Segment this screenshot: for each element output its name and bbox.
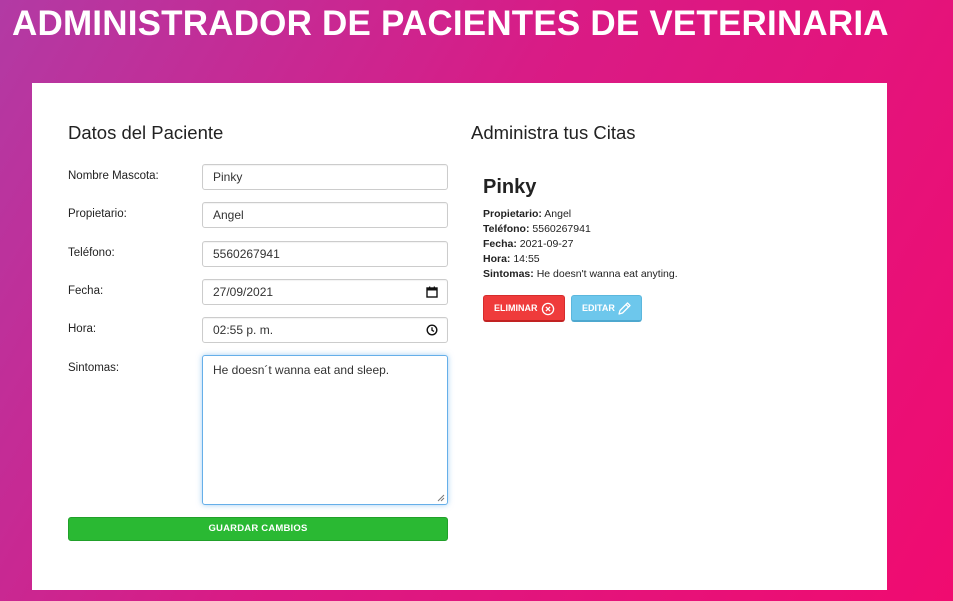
edit-button-label: EDITAR (582, 303, 615, 313)
time-input[interactable]: 02:55 p. m. (202, 317, 448, 343)
appointment-pet-name: Pinky (483, 176, 537, 198)
date-input[interactable]: 27/09/2021 (202, 279, 448, 305)
phone-detail-label: Teléfono: (483, 223, 530, 235)
appointment-time: Hora: 14:55 (483, 252, 678, 267)
time-label: Hora: (68, 323, 97, 335)
pencil-icon (618, 302, 631, 315)
pet-name-label: Nombre Mascota: (68, 170, 159, 182)
edit-button[interactable]: EDITAR (571, 295, 642, 322)
symptoms-label: Sintomas: (68, 362, 120, 374)
time-detail-label: Hora: (483, 253, 511, 265)
appointment-card: Pinky Propietario: Angel Teléfono: 55602… (483, 175, 863, 322)
phone-label: Teléfono: (68, 247, 115, 259)
app-title: ADMINISTRADOR DE PACIENTES DE VETERINARI… (12, 4, 889, 43)
time-detail-value: 14:55 (513, 253, 540, 265)
appointment-symptoms: Sintomas: He doesn't wanna eat anyting. (483, 267, 678, 282)
appointment-phone: Teléfono: 5560267941 (483, 222, 678, 237)
pet-name-input[interactable]: Pinky (202, 164, 448, 190)
appointments-title: Administra tus Citas (471, 122, 636, 143)
date-label: Fecha: (68, 285, 104, 297)
date-detail-label: Fecha: (483, 238, 517, 250)
form-title: Datos del Paciente (68, 122, 224, 143)
clock-icon[interactable] (426, 324, 438, 336)
symptoms-detail-value: He doesn't wanna eat anyting. (536, 268, 678, 280)
phone-detail-value: 5560267941 (532, 223, 591, 235)
time-value: 02:55 p. m. (213, 323, 274, 337)
save-changes-button[interactable]: GUARDAR CAMBIOS (68, 517, 448, 541)
appointment-details: Propietario: Angel Teléfono: 5560267941 … (483, 207, 678, 282)
phone-input[interactable]: 5560267941 (202, 241, 448, 267)
owner-detail-label: Propietario: (483, 208, 542, 220)
owner-detail-value: Angel (544, 208, 572, 220)
owner-label: Propietario: (68, 208, 127, 220)
date-value: 27/09/2021 (213, 285, 274, 299)
resize-handle-icon[interactable] (437, 494, 445, 502)
symptoms-textarea[interactable]: He doesn´t wanna eat and sleep. (202, 355, 448, 505)
delete-button-label: ELIMINAR (494, 303, 538, 313)
calendar-icon[interactable] (426, 286, 438, 298)
main-panel: Datos del Paciente Nombre Mascota: Pinky… (32, 83, 887, 590)
close-circle-icon (541, 302, 555, 316)
date-detail-value: 2021-09-27 (519, 238, 574, 250)
delete-button[interactable]: ELIMINAR (483, 295, 565, 322)
appointment-date: Fecha: 2021-09-27 (483, 237, 678, 252)
appointment-owner: Propietario: Angel (483, 207, 678, 222)
symptoms-value: He doesn´t wanna eat and sleep. (213, 363, 390, 377)
owner-input[interactable]: Angel (202, 202, 448, 228)
symptoms-detail-label: Sintomas: (483, 268, 534, 280)
